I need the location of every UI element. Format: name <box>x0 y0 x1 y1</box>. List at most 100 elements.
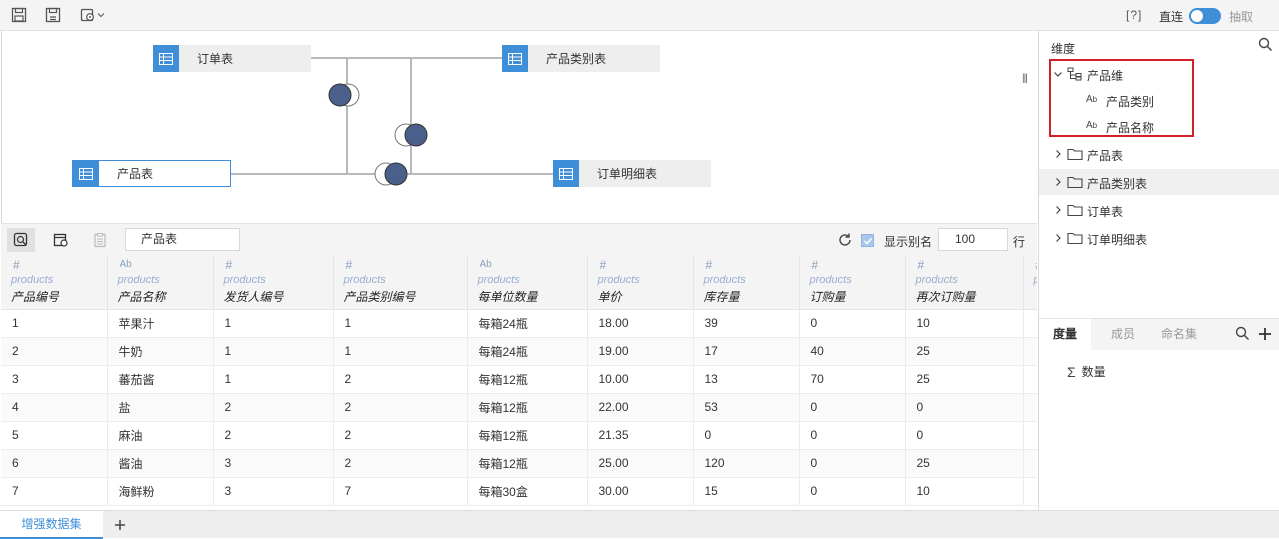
table-cell: 0 <box>905 421 1024 450</box>
tab-members[interactable]: 成员 <box>1097 319 1149 351</box>
table-node-order-details[interactable]: 订单明细表 <box>553 160 711 187</box>
refresh-icon[interactable] <box>837 232 853 251</box>
help-button[interactable]: [?] <box>1126 8 1142 22</box>
tab-named-sets[interactable]: 命名集 <box>1147 319 1211 351</box>
sum-icon: Σ <box>1067 363 1076 380</box>
tab-enhanced-dataset[interactable]: 增强数据集 <box>0 511 103 539</box>
preview-search-icon[interactable] <box>7 228 35 252</box>
text-type-icon: Ab <box>479 259 492 270</box>
table-cell: 53 <box>693 393 800 422</box>
save-as-icon[interactable] <box>44 6 62 24</box>
clipboard-icon[interactable] <box>86 228 114 252</box>
tree-item-label: 订单明细表 <box>1087 233 1148 247</box>
table-cell: 蕃茄酱 <box>107 365 214 394</box>
chevron-down-icon[interactable] <box>95 6 107 24</box>
measure-item[interactable]: Σ 数量 <box>1067 363 1106 380</box>
tab-measures[interactable]: 度量 <box>1039 319 1092 351</box>
table-node-label: 产品类别表 <box>546 52 607 66</box>
tree-item-label: 订单表 <box>1087 205 1124 219</box>
table-cell: 10 <box>905 309 1024 338</box>
table-cell: 39 <box>693 309 800 338</box>
save-icon[interactable] <box>10 6 28 24</box>
table-icon <box>153 45 179 72</box>
column-header[interactable]: # products 发货人编号 <box>213 255 334 310</box>
add-measure-icon[interactable] <box>1258 322 1272 347</box>
column-header[interactable]: # products 再次订购量 <box>905 255 1024 310</box>
column-header[interactable]: # products <box>1023 255 1038 310</box>
table-node-products[interactable]: 产品表 <box>72 160 231 187</box>
column-source-table: products <box>477 274 520 286</box>
table-cell: 0 <box>693 421 800 450</box>
table-cell: 苹果汁 <box>107 309 214 338</box>
table-cell: 25 <box>905 449 1024 478</box>
chevron-right-icon[interactable] <box>1053 204 1063 218</box>
table-cell: 2 <box>213 393 334 422</box>
column-header[interactable]: Ab products 产品名称 <box>107 255 214 310</box>
toggle-knob <box>1191 10 1203 22</box>
table-cell: 酱油 <box>107 449 214 478</box>
table-cell: 2 <box>1 337 108 366</box>
table-icon <box>73 160 99 187</box>
table-cell: 每箱30盒 <box>467 477 588 506</box>
table-body: 1 苹果汁 1 1 每箱24瓶 18.00 39 0 10 2 牛奶 1 1 每箱24瓶 19.00 17 40… <box>1 309 1037 506</box>
measure-item-label: 数量 <box>1081 365 1106 379</box>
table-node-label: 订单表 <box>197 52 234 66</box>
column-header[interactable]: # products 单价 <box>587 255 694 310</box>
tree-item-products-table[interactable]: 产品表 <box>1039 141 1279 167</box>
table-cell: 0 <box>799 393 906 422</box>
join-right-icon[interactable] <box>372 160 412 188</box>
column-header[interactable]: # products 库存量 <box>693 255 800 310</box>
tree-item-product-categories-table[interactable]: 产品类别表 <box>1039 169 1279 195</box>
table-cell: 25 <box>905 337 1024 366</box>
table-cell: 3 <box>1 365 108 394</box>
data-preview-grid: # products 产品编号 Ab products 产品名称 # products 发货人编… <box>1 255 1037 510</box>
number-type-icon: # <box>705 258 713 272</box>
number-type-icon: # <box>599 258 607 272</box>
table-cell: 盐 <box>107 393 214 422</box>
current-table-field[interactable]: 产品表 <box>125 228 240 251</box>
tree-item-orders-table[interactable]: 订单表 <box>1039 197 1279 223</box>
measure-search-icon[interactable] <box>1235 326 1250 344</box>
join-right-icon[interactable] <box>392 121 432 149</box>
table-cell: 7 <box>1 477 108 506</box>
dimension-search-icon[interactable] <box>1258 37 1273 55</box>
table-cell: 每箱12瓶 <box>467 393 588 422</box>
show-alias-checkbox[interactable] <box>861 234 874 247</box>
column-header[interactable]: # products 订购量 <box>799 255 906 310</box>
table-cell: 19.00 <box>587 337 694 366</box>
tree-item-label: 产品表 <box>1087 149 1124 163</box>
table-cell: 海鲜粉 <box>107 477 214 506</box>
table-node-label: 订单明细表 <box>597 167 658 181</box>
chevron-right-icon[interactable] <box>1053 148 1063 162</box>
relationship-canvas[interactable]: 订单表 产品类别表 产品表 订单明细表 ||| <box>1 31 1037 223</box>
join-left-icon[interactable] <box>326 81 366 109</box>
text-type-icon: Ab <box>119 259 132 270</box>
column-name: 订购量 <box>809 290 846 304</box>
table-cell <box>1023 337 1037 366</box>
panel-resize-handle-icon[interactable]: ||| <box>1022 73 1028 84</box>
table-cell: 每箱24瓶 <box>467 337 588 366</box>
column-source-table: products <box>915 274 958 286</box>
preview-settings-icon[interactable] <box>47 228 75 252</box>
column-header[interactable]: # products 产品编号 <box>1 255 108 310</box>
table-cell <box>1023 449 1037 478</box>
column-header[interactable]: Ab products 每单位数量 <box>467 255 588 310</box>
chevron-right-icon[interactable] <box>1053 176 1063 190</box>
column-source-table: products <box>1034 274 1038 286</box>
table-node-orders[interactable]: 订单表 <box>153 45 311 72</box>
table-cell: 17 <box>693 337 800 366</box>
add-tab-icon[interactable] <box>114 513 126 536</box>
chevron-right-icon[interactable] <box>1053 232 1063 246</box>
row-limit-input[interactable]: 100 <box>938 228 1008 251</box>
tree-item-order-details-table[interactable]: 订单明细表 <box>1039 225 1279 251</box>
column-name: 产品编号 <box>11 290 60 304</box>
table-cell <box>1023 477 1037 506</box>
column-source-table: products <box>703 274 746 286</box>
column-header[interactable]: # products 产品类别编号 <box>333 255 468 310</box>
column-name: 再次订购量 <box>915 290 976 304</box>
table-row: 4 盐 2 2 每箱12瓶 22.00 53 0 0 <box>1 393 1037 422</box>
table-node-product-categories[interactable]: 产品类别表 <box>502 45 660 72</box>
table-cell: 每箱12瓶 <box>467 421 588 450</box>
table-cell: 10 <box>905 477 1024 506</box>
connection-mode-toggle[interactable] <box>1189 8 1221 24</box>
